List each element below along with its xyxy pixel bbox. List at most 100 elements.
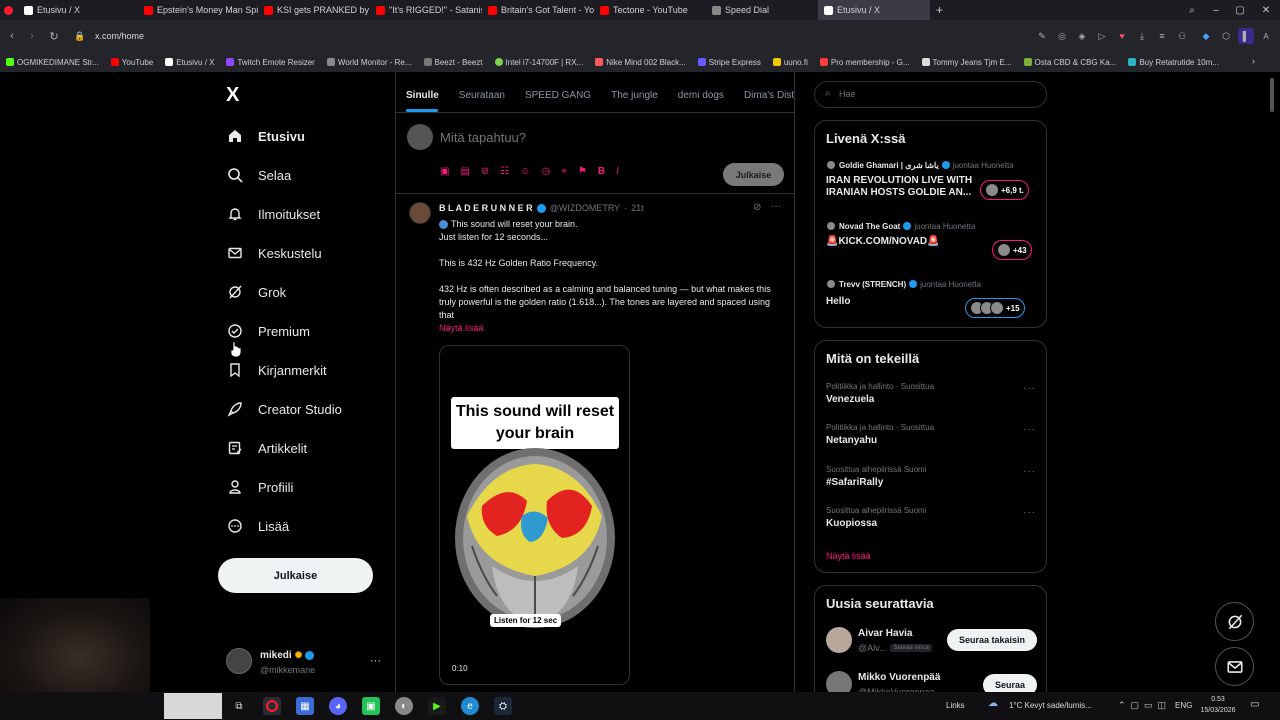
page-scrollbar[interactable] xyxy=(1270,78,1274,112)
grok-float-button[interactable] xyxy=(1215,602,1254,641)
shield-icon[interactable]: ◈ xyxy=(1074,28,1090,44)
profile-icon[interactable]: ⚇ xyxy=(1174,28,1190,44)
edge-taskbar-icon[interactable]: e xyxy=(461,697,479,715)
opera-logo-icon[interactable] xyxy=(0,0,18,20)
nav-grok[interactable]: Grok xyxy=(226,279,286,305)
bookmark-item[interactable]: World Monitor - Re... xyxy=(321,58,418,67)
schedule-icon[interactable]: ◷ xyxy=(541,166,550,177)
browser-tab[interactable]: KSI gets PRANKED by bro xyxy=(258,0,370,20)
aria-icon[interactable]: ▌ xyxy=(1238,28,1254,44)
trend-item[interactable]: Suosittua aihepiirissä Suomi #SafariRall… xyxy=(826,465,1041,488)
post-author-name[interactable]: B L A D E R U N N E R xyxy=(439,203,533,213)
browser-tab[interactable]: Britain's Got Talent - YouT xyxy=(482,0,594,20)
maximize-button[interactable]: ▢ xyxy=(1228,0,1252,20)
grok-icon[interactable]: ⊘ xyxy=(753,202,761,213)
browser-tab[interactable]: "It's RIGGED!" - Satanism xyxy=(370,0,482,20)
grok-icon[interactable]: ⊘ xyxy=(481,166,489,177)
messages-float-button[interactable] xyxy=(1215,647,1254,686)
bookmark-item[interactable]: Stripe Express xyxy=(692,58,767,67)
composer-post-button[interactable]: Julkaise xyxy=(723,163,784,186)
live-listeners-badge[interactable]: +6,9 t. xyxy=(980,180,1029,200)
account-avatar[interactable] xyxy=(226,648,252,674)
new-tab-button[interactable]: + xyxy=(930,0,950,20)
bookmark-item[interactable]: YouTube xyxy=(105,58,159,67)
tab-the-jungle[interactable]: The jungle xyxy=(601,90,668,101)
search-input[interactable]: Hae xyxy=(839,89,856,99)
task-view-icon[interactable]: ⧉ xyxy=(230,697,248,715)
account-name-row[interactable]: mikedi ✺ xyxy=(260,650,315,661)
clock-time[interactable]: 0.53 xyxy=(1198,696,1238,703)
trend-more-icon[interactable]: ··· xyxy=(1023,507,1036,518)
bookmarks-overflow-icon[interactable]: › xyxy=(1252,56,1255,66)
post-author-avatar[interactable] xyxy=(409,202,431,224)
app-taskbar-icon[interactable]: ▦ xyxy=(296,697,314,715)
tray-icons[interactable]: ⌃▢▭◫ xyxy=(1118,700,1171,711)
location-icon[interactable]: ⌖ xyxy=(561,166,567,177)
app-taskbar-icon[interactable]: ▶ xyxy=(428,697,446,715)
nav-notifications[interactable]: Ilmoitukset xyxy=(226,201,320,227)
camera-icon[interactable]: ◎ xyxy=(1054,28,1070,44)
tab-for-you[interactable]: Sinulle xyxy=(396,90,449,101)
opera-taskbar-icon[interactable] xyxy=(263,697,281,715)
post-media-video[interactable]: This sound will reset your brain Listen … xyxy=(439,345,630,685)
trend-item[interactable]: Suosittua aihepiirissä Suomi Kuopiossa xyxy=(826,506,1041,529)
bookmark-item[interactable]: Osta CBD & CBG Ka... xyxy=(1018,58,1123,67)
app-taskbar-icon[interactable]: ◐ xyxy=(395,697,413,715)
tab-dimas-dist[interactable]: Dima's Dist xyxy=(734,90,794,101)
ai-icon[interactable]: A xyxy=(1258,28,1274,44)
language-indicator[interactable]: ENG xyxy=(1175,701,1192,710)
minimize-button[interactable]: – xyxy=(1204,0,1228,20)
gif-icon[interactable]: ▤ xyxy=(460,166,469,177)
nav-more[interactable]: Lisää xyxy=(226,513,289,539)
tab-search-icon[interactable]: ⌕ xyxy=(1180,0,1204,20)
image-icon[interactable]: ▣ xyxy=(440,166,449,177)
trend-more-icon[interactable]: ··· xyxy=(1023,383,1036,394)
heart-icon[interactable]: ♥ xyxy=(1114,28,1130,44)
bookmark-item[interactable]: uuno.fi xyxy=(767,58,814,67)
tab-following[interactable]: Seurataan xyxy=(449,90,515,101)
bookmark-item[interactable]: Twitch Emote Resizer xyxy=(220,58,320,67)
nav-creator-studio[interactable]: Creator Studio xyxy=(226,396,342,422)
trend-item[interactable]: Politiikka ja hallinto · Suosittua Netan… xyxy=(826,423,1041,446)
browser-tab[interactable]: Speed Dial xyxy=(706,0,818,20)
links-toolbar[interactable]: Links xyxy=(946,701,965,710)
download-icon[interactable]: ⤓ xyxy=(1134,28,1150,44)
bookmark-item[interactable]: OGMIKEDIMANE Str... xyxy=(0,58,105,67)
follow-name[interactable]: Mikko Vuorenpää xyxy=(858,672,940,683)
post-time[interactable]: 21t xyxy=(631,203,644,213)
flag-icon[interactable]: ⚑ xyxy=(578,166,587,177)
account-more-icon[interactable]: ··· xyxy=(370,655,381,667)
back-icon[interactable]: ‹ xyxy=(4,28,20,44)
steam-taskbar-icon[interactable]: ⛭ xyxy=(494,697,512,715)
extension-icon[interactable]: ◆ xyxy=(1198,28,1214,44)
follow-name[interactable]: Aivar Havia xyxy=(858,628,912,639)
url-text[interactable]: x.com/home xyxy=(95,31,144,41)
edit-icon[interactable]: ✎ xyxy=(1034,28,1050,44)
browser-tab[interactable]: Tectone - YouTube xyxy=(594,0,706,20)
nav-home[interactable]: Etusivu xyxy=(226,123,305,149)
bookmark-item[interactable]: Buy Retatrutide 10m... xyxy=(1122,58,1225,67)
live-listeners-badge[interactable]: +15 xyxy=(965,298,1025,318)
bookmark-item[interactable]: Tommy Jeans Tjm E... xyxy=(916,58,1018,67)
x-logo-icon[interactable]: X xyxy=(226,84,239,107)
live-listeners-badge[interactable]: +43 xyxy=(992,240,1032,260)
bold-icon[interactable]: B xyxy=(598,166,605,177)
discord-taskbar-icon[interactable]: ◕ xyxy=(329,697,347,715)
follow-back-button[interactable]: Seuraa takaisin xyxy=(947,629,1037,651)
post-handle[interactable]: @WIZDOMETRY xyxy=(550,203,620,213)
italic-icon[interactable]: I xyxy=(616,166,619,177)
tab-speed-gang[interactable]: SPEED GANG xyxy=(515,90,601,101)
nav-explore[interactable]: Selaa xyxy=(226,162,291,188)
bookmark-item[interactable]: Beezt - Beezt xyxy=(418,58,489,67)
bookmark-item[interactable]: Nike Mind 002 Black... xyxy=(589,58,692,67)
extension-icon[interactable]: ⬡ xyxy=(1218,28,1234,44)
trends-show-more-link[interactable]: Näytä lisää xyxy=(826,551,871,561)
tab-demi-dogs[interactable]: demi dogs xyxy=(668,90,734,101)
forward-icon[interactable]: › xyxy=(24,28,40,44)
emoji-icon[interactable]: ☺ xyxy=(520,166,530,177)
composer-input[interactable]: Mitä tapahtuu? xyxy=(440,130,526,145)
clock-date[interactable]: 15/03/2026 xyxy=(1196,707,1240,714)
nav-articles[interactable]: Artikkelit xyxy=(226,435,307,461)
menu-icon[interactable]: ≡ xyxy=(1154,28,1170,44)
notifications-icon[interactable]: ▭ xyxy=(1250,699,1259,710)
